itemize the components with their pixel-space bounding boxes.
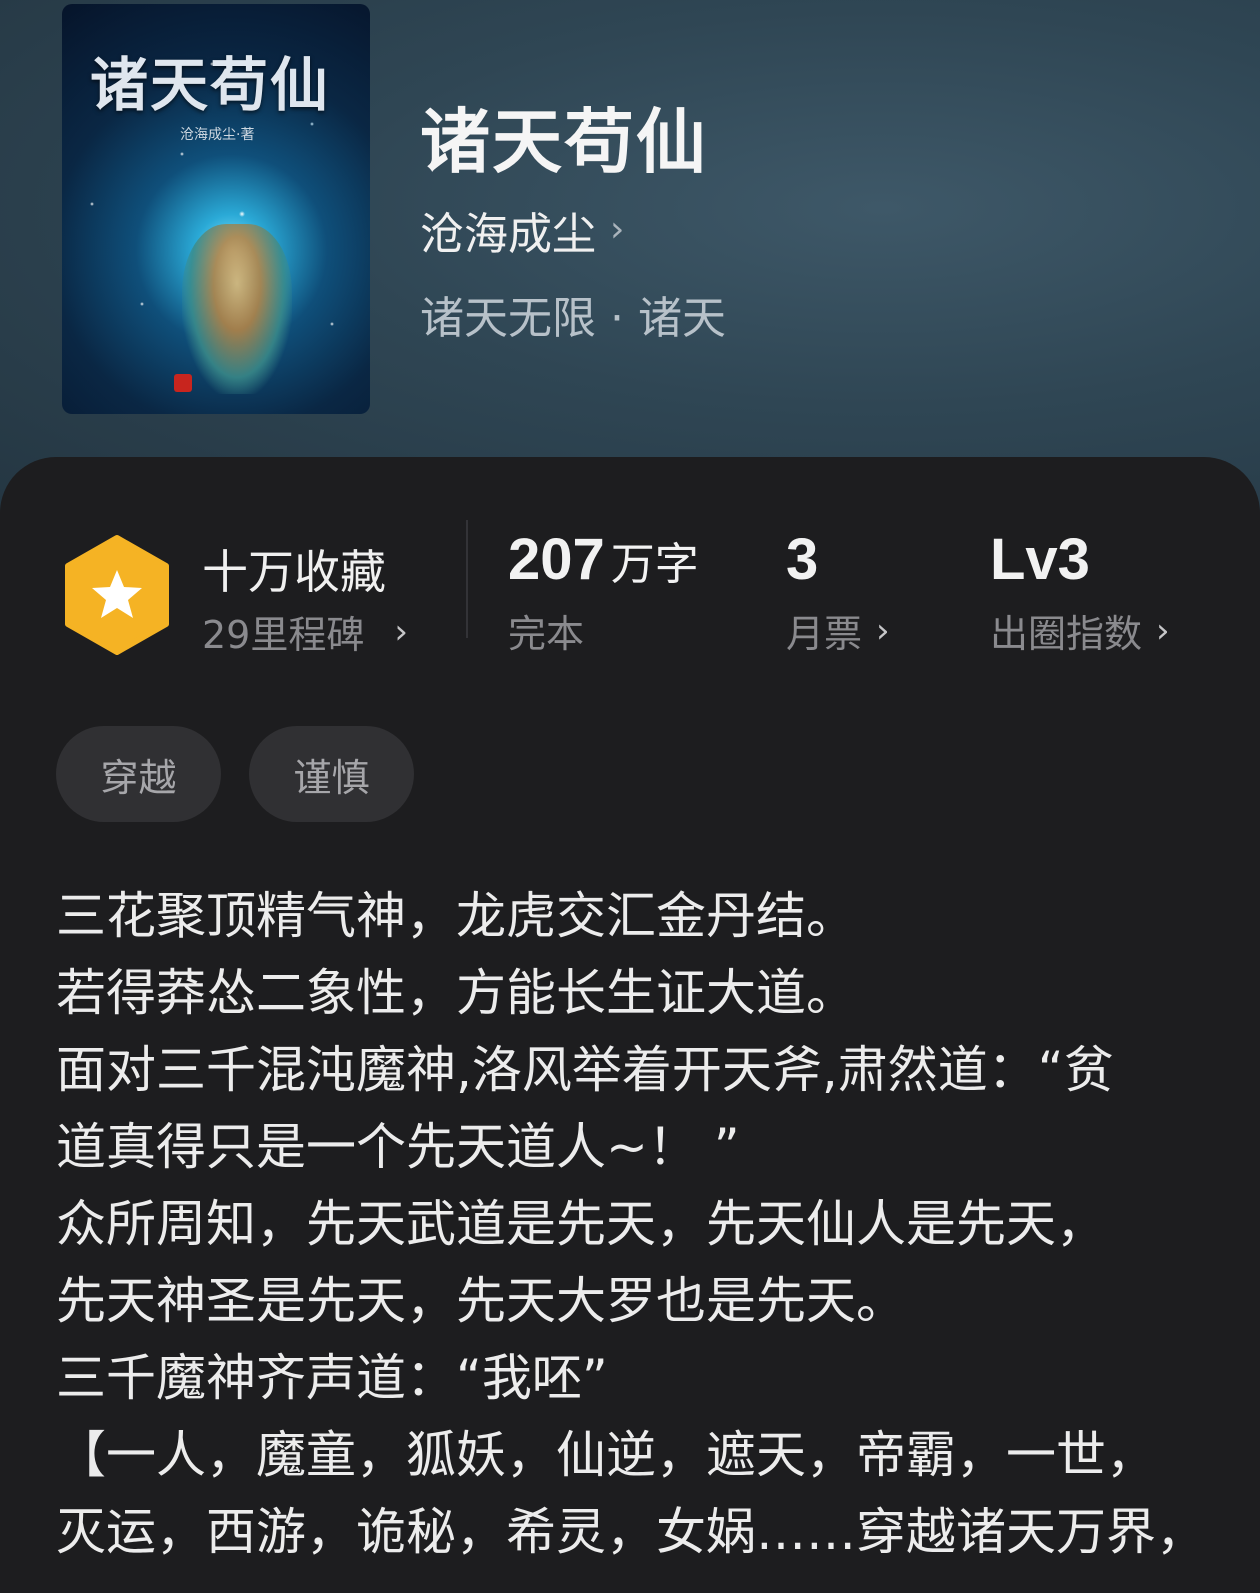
tag-chip[interactable]: 穿越 <box>56 726 221 822</box>
chevron-right-icon: › <box>876 610 890 651</box>
tag-list: 穿越 谨慎 <box>56 726 414 822</box>
chevron-right-icon: › <box>1156 610 1170 651</box>
stat-word-count: 207 万字 完本 <box>508 526 699 658</box>
star-hexagon-icon[interactable] <box>62 534 172 656</box>
level-label: 出圈指数 <box>990 612 1143 656</box>
book-title: 诸天苟仙 <box>420 100 708 183</box>
genre[interactable]: 诸天无限 <box>420 293 596 344</box>
genre-line: 诸天无限 · 诸天 <box>420 282 726 346</box>
collect-count: 十万收藏 <box>202 545 386 599</box>
stats-divider <box>466 520 468 638</box>
synopsis-line: 【一人，魔童，狐妖，仙逆，遮天，帝霸，一世， <box>56 1426 1156 1484</box>
completion-status: 完本 <box>508 612 585 656</box>
synopsis-line: 三花聚顶精气神，龙虎交汇金丹结。 <box>56 887 856 945</box>
cover-title: 诸天苟仙 <box>90 51 331 119</box>
synopsis-line: 众所周知，先天武道是先天，先天仙人是先天， <box>56 1195 1106 1253</box>
word-unit: 万字 <box>610 539 699 590</box>
chevron-right-icon: › <box>610 209 625 250</box>
genre-separator: · <box>610 293 624 344</box>
monthly-votes-count: 3 <box>786 527 819 592</box>
synopsis-line: 先天神圣是先天，先天大罗也是先天。 <box>56 1272 906 1330</box>
synopsis-line: 面对三千混沌魔神,洛风举着开天斧,肃然道：“贫 <box>56 1041 1114 1099</box>
synopsis-line: 灭运，西游，诡秘，希灵，女娲……穿越诸天万界， <box>56 1503 1206 1561</box>
cover-author: 沧海成尘·著 <box>180 127 255 143</box>
synopsis-line: 道真得只是一个先天道人~！ ” <box>56 1118 740 1176</box>
stat-level[interactable]: Lv3 出圈指数 › <box>990 526 1170 658</box>
word-count: 207 <box>508 527 605 592</box>
monthly-votes-label: 月票 <box>786 612 863 656</box>
chevron-right-icon: › <box>394 611 408 652</box>
book-cover[interactable]: 诸天苟仙 沧海成尘·著 <box>62 4 370 414</box>
synopsis[interactable]: 三花聚顶精气神，龙虎交汇金丹结。 若得莽怂二象性，方能长生证大道。 面对三千混沌… <box>56 878 1206 1571</box>
tag-chip[interactable]: 谨慎 <box>249 726 414 822</box>
publisher-logo <box>174 374 192 392</box>
synopsis-line: 若得莽怂二象性，方能长生证大道。 <box>56 964 856 1022</box>
author-link[interactable]: 沧海成尘 › <box>420 198 624 262</box>
milestone-label: 29里程碑 <box>202 613 365 657</box>
synopsis-line: 三千魔神齐声道：“我呸” <box>56 1349 608 1407</box>
level-value: Lv3 <box>990 527 1090 592</box>
cover-figure <box>182 224 292 394</box>
milestone-link[interactable]: 29里程碑 › <box>202 604 408 659</box>
subgenre[interactable]: 诸天 <box>638 293 726 344</box>
author-name: 沧海成尘 <box>420 209 596 260</box>
stat-monthly-votes[interactable]: 3 月票 › <box>786 526 890 658</box>
